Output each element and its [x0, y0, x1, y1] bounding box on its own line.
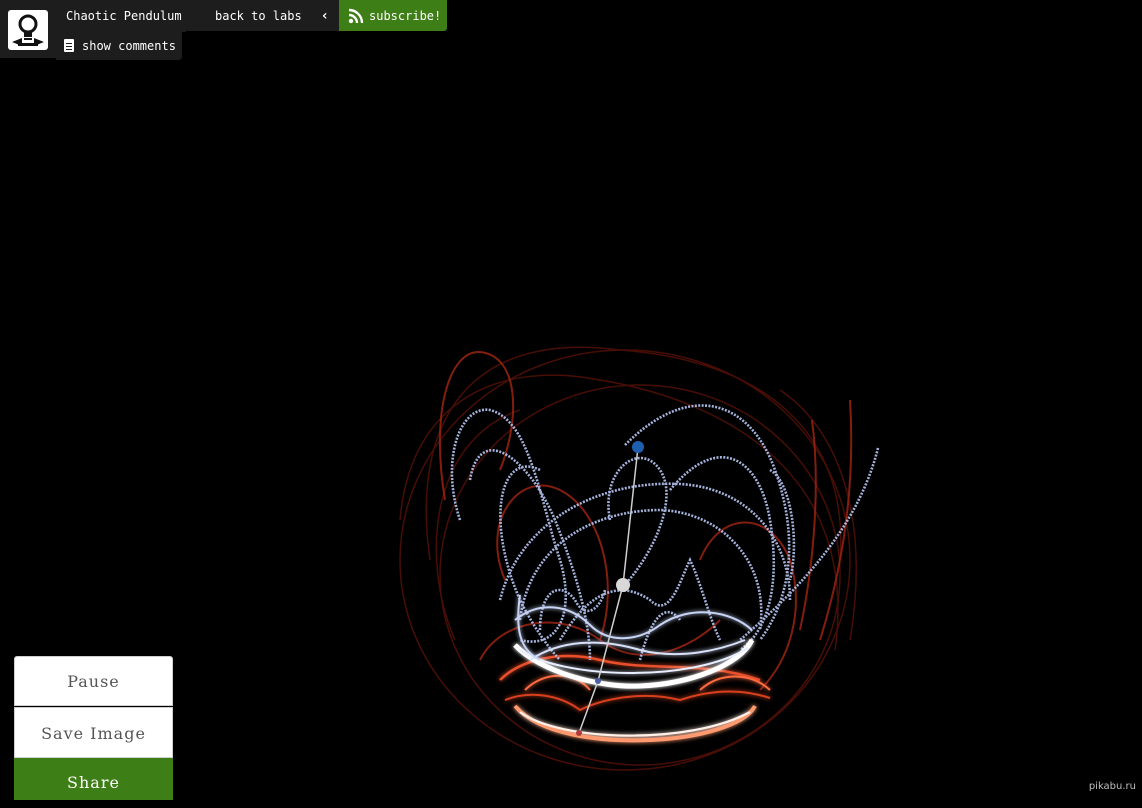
red-trail-bright: [500, 656, 770, 740]
save-image-button[interactable]: Save Image: [14, 707, 173, 758]
lightbulb-logo-icon: [8, 10, 48, 50]
chevron-left-icon: ‹: [321, 0, 329, 33]
page-title: Chaotic Pendulum: [56, 0, 186, 32]
lower-mass: [595, 678, 601, 684]
watermark: pikabu.ru: [1089, 781, 1136, 792]
end-mass: [576, 730, 582, 736]
back-to-labs-label: back to labs: [215, 9, 302, 23]
document-icon: [64, 39, 74, 52]
back-to-labs-button[interactable]: back to labs ‹: [186, 0, 339, 31]
subscribe-button[interactable]: subscribe!: [339, 0, 447, 31]
share-button[interactable]: Share: [14, 758, 173, 800]
subscribe-label: subscribe!: [369, 9, 441, 23]
logo-box[interactable]: [0, 0, 56, 58]
show-comments-label: show comments: [82, 39, 176, 53]
white-trail-bright: [515, 595, 752, 686]
pause-button[interactable]: Pause: [14, 656, 173, 706]
rss-icon: [348, 8, 364, 24]
middle-mass: [616, 578, 630, 592]
pivot-blue-mass: [632, 441, 644, 453]
show-comments-button[interactable]: show comments: [56, 32, 182, 60]
